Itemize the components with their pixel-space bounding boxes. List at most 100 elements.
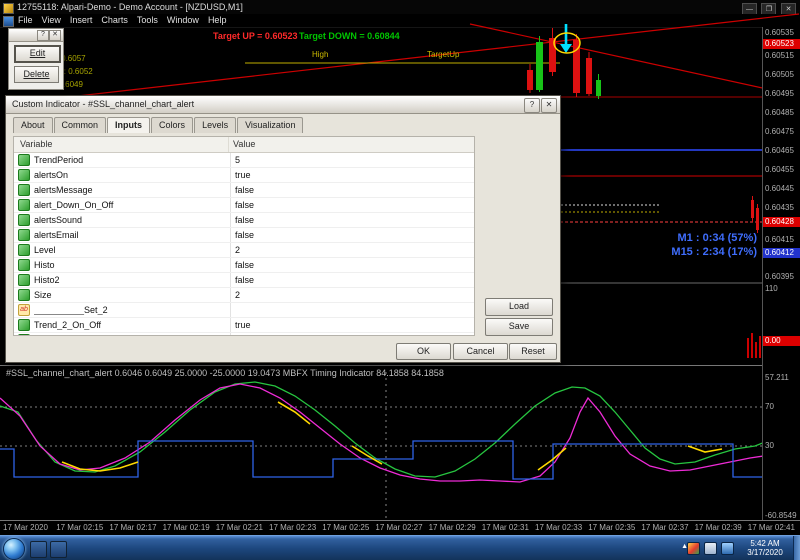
tab-inputs[interactable]: Inputs [107, 117, 150, 133]
dialog-help-icon[interactable]: ? [524, 98, 540, 113]
dialog-title-bar[interactable]: Custom Indicator - #SSL_channel_chart_al… [6, 96, 560, 114]
param-value[interactable]: 2 [230, 288, 474, 302]
param-name: Size [34, 290, 230, 300]
tab-colors[interactable]: Colors [151, 117, 193, 133]
target-down-label: Target DOWN = 0.60844 [299, 31, 400, 41]
taskbar-app-icon[interactable] [50, 541, 67, 558]
cancel-button[interactable]: Cancel [453, 343, 508, 360]
param-value[interactable]: 2 [230, 333, 474, 336]
param-name: TrendPeriod [34, 155, 230, 165]
time-label: 17 Mar 02:27 [375, 523, 422, 532]
param-row[interactable]: Histofalse [14, 258, 474, 273]
param-value[interactable]: false [230, 273, 474, 287]
param-name: Histo2 [34, 275, 230, 285]
mt4-window: 12755118: Alpari-Demo - Demo Account - [… [0, 0, 800, 560]
param-value[interactable]: 5 [230, 153, 474, 167]
numeric-param-icon [18, 229, 30, 241]
parameters-table[interactable]: Variable Value TrendPeriod5alertsOntruea… [13, 136, 475, 336]
param-value[interactable]: false [230, 213, 474, 227]
numeric-param-icon [18, 274, 30, 286]
delete-button[interactable]: Delete [14, 66, 59, 83]
param-row[interactable]: alertsMessagefalse [14, 183, 474, 198]
indicator-label: #SSL_channel_chart_alert 0.6046 0.6049 2… [6, 368, 444, 378]
price-label: 0.60505 [765, 70, 794, 80]
param-name: Histo [34, 260, 230, 270]
param-row[interactable]: TrendPeriod22 [14, 333, 474, 336]
price-label: 0.60515 [765, 51, 794, 61]
param-row[interactable]: Trend_2_On_Offtrue [14, 318, 474, 333]
clock-time: 5:42 AM [739, 539, 791, 548]
save-button[interactable]: Save [485, 318, 553, 336]
param-row[interactable]: alert_Down_On_Offfalse [14, 198, 474, 213]
time-label: 17 Mar 02:25 [322, 523, 369, 532]
param-name: alertsOn [34, 170, 230, 180]
numeric-param-icon [18, 214, 30, 226]
price-label: 0.60465 [765, 146, 794, 156]
param-value[interactable] [230, 303, 474, 317]
price-label: 0.60475 [765, 127, 794, 137]
param-value[interactable]: false [230, 198, 474, 212]
param-row[interactable]: Histo2false [14, 273, 474, 288]
candle-timer: M1 : 0:34 (57%) M15 : 2:34 (17%) [671, 231, 757, 259]
load-button[interactable]: Load [485, 298, 553, 316]
ok-button[interactable]: OK [396, 343, 451, 360]
edit-button[interactable]: Edit [14, 45, 61, 63]
param-row[interactable]: alertsEmailfalse [14, 228, 474, 243]
time-label: 17 Mar 02:41 [748, 523, 795, 532]
red-price-badge: 0.60428 [763, 217, 800, 227]
time-label: 17 Mar 02:29 [429, 523, 476, 532]
network-icon[interactable] [721, 542, 734, 555]
m1-timer: M1 : 0:34 (57%) [671, 231, 757, 245]
tab-levels[interactable]: Levels [194, 117, 236, 133]
param-row[interactable]: alertsSoundfalse [14, 213, 474, 228]
start-button[interactable] [3, 538, 25, 560]
time-label: 17 Mar 02:15 [56, 523, 103, 532]
taskbar-clock[interactable]: 5:42 AM 3/17/2020 [739, 539, 791, 557]
numeric-param-icon [18, 199, 30, 211]
time-label: 17 Mar 02:33 [535, 523, 582, 532]
time-axis[interactable]: 17 Mar 202017 Mar 02:1517 Mar 02:1717 Ma… [0, 520, 800, 536]
mt4-tray-icon[interactable] [687, 542, 700, 555]
dialog-tabs: AboutCommonInputsColorsLevelsVisualizati… [13, 117, 304, 134]
dialog-title: Custom Indicator - #SSL_channel_chart_al… [12, 99, 194, 109]
tab-about[interactable]: About [13, 117, 53, 133]
taskbar-app-icon[interactable] [30, 541, 47, 558]
param-name: alert_Down_On_Off [34, 200, 230, 210]
param-row[interactable]: TrendPeriod5 [14, 153, 474, 168]
price-label: 0.60485 [765, 108, 794, 118]
param-value[interactable]: true [230, 318, 474, 332]
object-popup-titlebar[interactable]: ? ✕ [9, 29, 63, 42]
price-axis[interactable]: 0.605350.605230.605150.605050.604950.604… [762, 27, 800, 520]
param-value[interactable]: false [230, 258, 474, 272]
high-line-label: High [312, 50, 328, 59]
param-value[interactable]: false [230, 183, 474, 197]
volume-icon[interactable] [704, 542, 717, 555]
time-label: 17 Mar 02:31 [482, 523, 529, 532]
time-label: 17 Mar 02:21 [216, 523, 263, 532]
param-name: alertsSound [34, 215, 230, 225]
param-row[interactable]: alertsOntrue [14, 168, 474, 183]
show-desktop-button[interactable] [793, 536, 800, 560]
price-label: 0.60415 [765, 235, 794, 245]
tab-visualization[interactable]: Visualization [237, 117, 303, 133]
reset-button[interactable]: Reset [509, 343, 557, 360]
time-label: 17 Mar 02:35 [588, 523, 635, 532]
param-name: Level [34, 245, 230, 255]
time-label: 17 Mar 02:39 [695, 523, 742, 532]
param-name: TrendPeriod2 [34, 335, 230, 336]
param-row[interactable]: ab__________Set_2 [14, 303, 474, 318]
dialog-close-icon[interactable]: ✕ [541, 98, 557, 113]
param-row[interactable]: Size2 [14, 288, 474, 303]
tab-common[interactable]: Common [54, 117, 107, 133]
time-label: 17 Mar 02:17 [109, 523, 156, 532]
help-icon[interactable]: ? [37, 30, 49, 41]
close-icon[interactable]: ✕ [49, 30, 61, 41]
m15-timer: M15 : 2:34 (17%) [671, 245, 757, 259]
param-row[interactable]: Level2 [14, 243, 474, 258]
price-label: 30 [765, 441, 774, 451]
object-popup: ? ✕ Edit Delete [8, 28, 64, 90]
param-value[interactable]: 2 [230, 243, 474, 257]
param-value[interactable]: false [230, 228, 474, 242]
param-value[interactable]: true [230, 168, 474, 182]
numeric-param-icon [18, 319, 30, 331]
